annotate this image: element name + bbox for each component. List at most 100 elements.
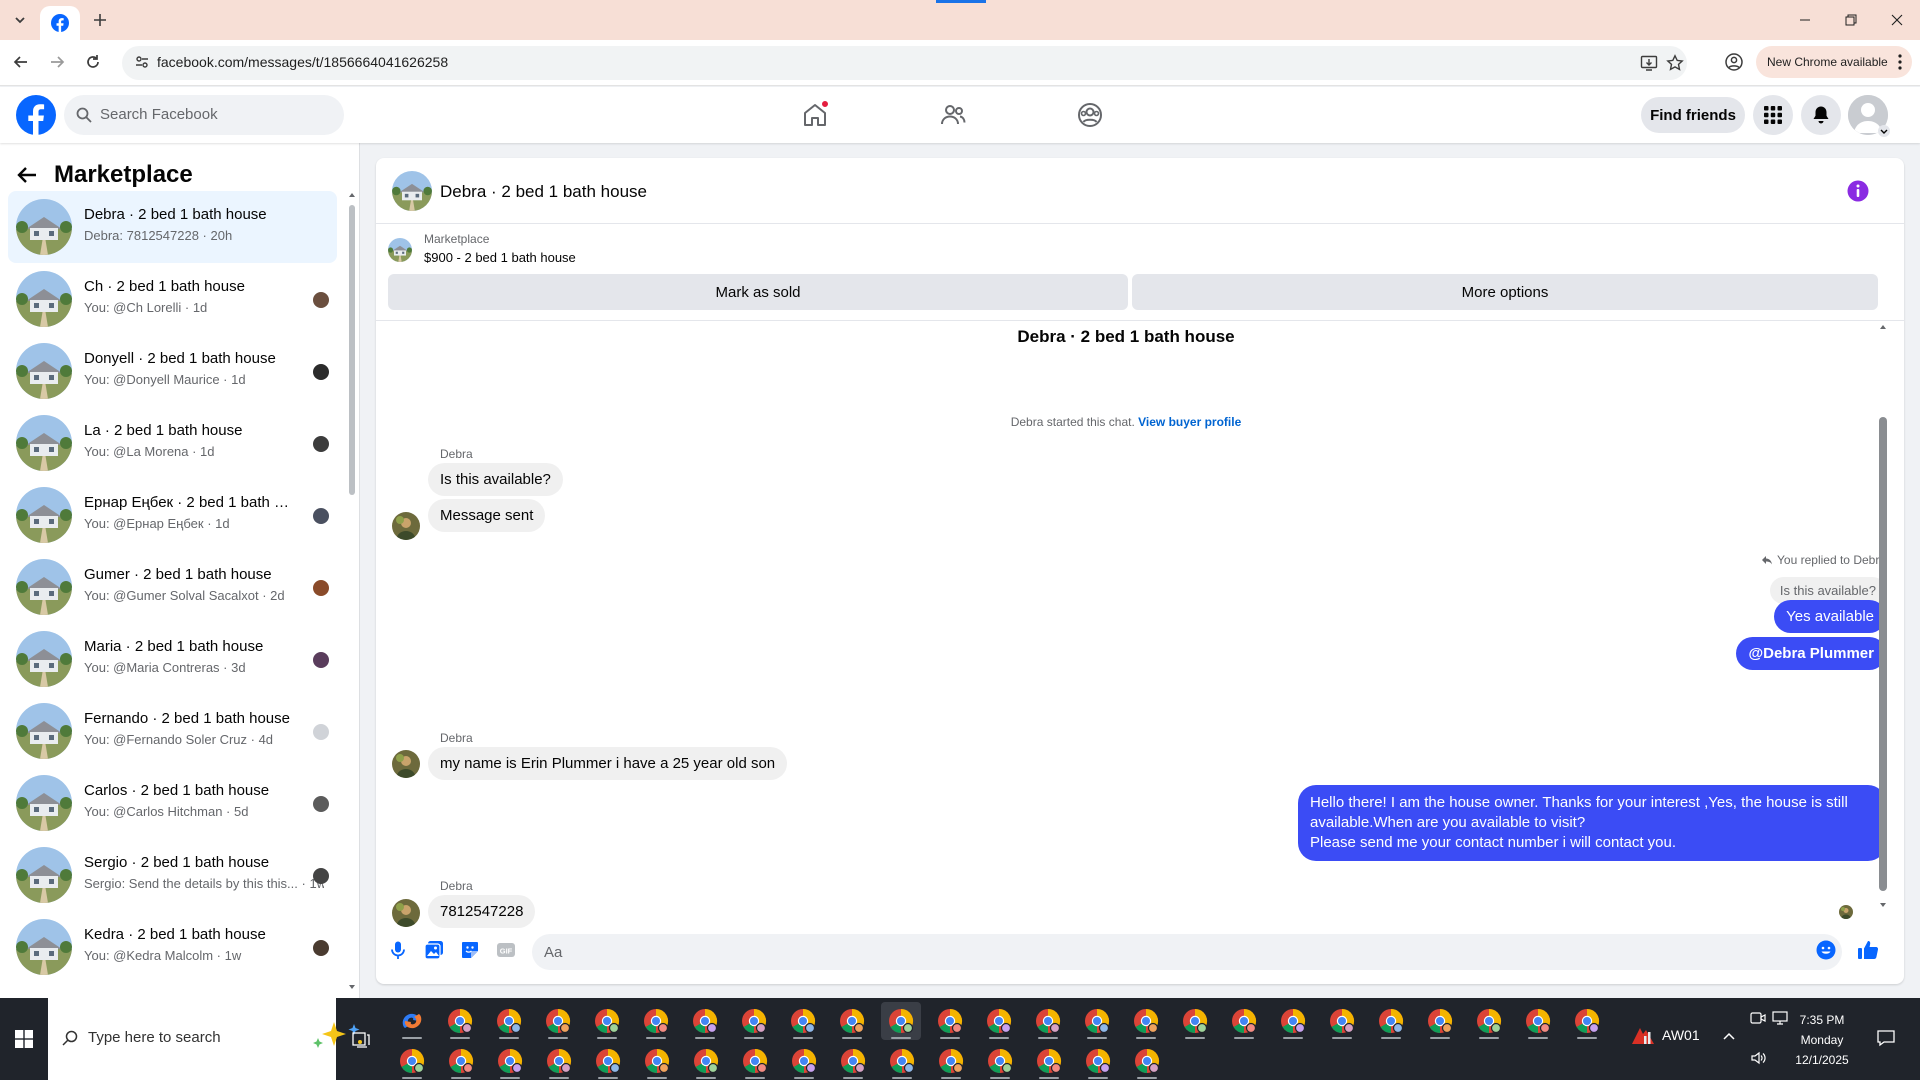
- forward-arrow-icon[interactable]: [42, 47, 72, 77]
- chrome-window-icon[interactable]: [980, 1042, 1020, 1080]
- message-bubble-outgoing-long[interactable]: Hello there! I am the house owner. Thank…: [1298, 785, 1886, 861]
- reload-icon[interactable]: [78, 47, 108, 77]
- tab-search-chevron-icon[interactable]: [8, 8, 32, 32]
- thumbs-up-like-icon[interactable]: [1856, 938, 1880, 962]
- chrome-window-icon[interactable]: [1029, 1042, 1069, 1080]
- chrome-window-icon[interactable]: [1224, 1002, 1264, 1040]
- conversation-item[interactable]: Fernando · 2 bed 1 bath house You: @Ferna…: [8, 695, 337, 767]
- message-bubble-outgoing-mention[interactable]: @Debra Plummer: [1736, 637, 1886, 670]
- chrome-window-icon[interactable]: [1028, 1002, 1068, 1040]
- find-friends-button[interactable]: Find friends: [1641, 97, 1745, 133]
- emoji-icon[interactable]: [1814, 938, 1838, 962]
- conversation-item[interactable]: Gumer · 2 bed 1 bath house You: @Gumer So…: [8, 551, 337, 623]
- volume-speaker-icon[interactable]: [1750, 1050, 1766, 1066]
- conversation-item[interactable]: Sergio · 2 bed 1 bath house Sergio: Send …: [8, 839, 337, 911]
- facebook-logo-icon[interactable]: [16, 95, 56, 135]
- attach-photo-icon[interactable]: [422, 938, 446, 962]
- nav-friends-tab[interactable]: [897, 87, 1009, 143]
- debra-avatar[interactable]: [392, 512, 420, 540]
- notifications-button[interactable]: [1801, 95, 1841, 135]
- chrome-profile-icon[interactable]: [1722, 50, 1746, 74]
- debra-avatar[interactable]: [392, 899, 420, 927]
- message-bubble-outgoing[interactable]: Yes available: [1774, 600, 1886, 633]
- meet-now-icon[interactable]: [1750, 1010, 1766, 1026]
- view-buyer-profile-link[interactable]: View buyer profile: [1138, 415, 1241, 429]
- nav-groups-tab[interactable]: [1034, 87, 1146, 143]
- chrome-window-icon[interactable]: [881, 1002, 921, 1040]
- facebook-search-input[interactable]: Search Facebook: [64, 95, 344, 135]
- message-bubble-incoming[interactable]: my name is Erin Plummer i have a 25 year…: [428, 747, 788, 780]
- chrome-window-icon[interactable]: [1126, 1002, 1166, 1040]
- chrome-window-icon[interactable]: [1175, 1002, 1215, 1040]
- chat-title[interactable]: Debra · 2 bed 1 bath house: [440, 182, 647, 202]
- info-icon[interactable]: [1847, 180, 1869, 202]
- chrome-window-icon[interactable]: [1273, 1002, 1313, 1040]
- menu-grid-button[interactable]: [1753, 95, 1793, 135]
- message-bubble-incoming[interactable]: Message sent: [428, 499, 546, 532]
- chrome-window-icon[interactable]: [1077, 1002, 1117, 1040]
- chrome-window-icon[interactable]: [1127, 1042, 1167, 1080]
- chrome-window-icon[interactable]: [1567, 1002, 1607, 1040]
- chrome-window-icon[interactable]: [685, 1002, 725, 1040]
- message-bubble-incoming[interactable]: Is this available?: [428, 463, 563, 496]
- task-view-icon[interactable]: [346, 1024, 376, 1054]
- close-window-icon[interactable]: [1874, 0, 1920, 40]
- chrome-window-icon[interactable]: [735, 1042, 775, 1080]
- site-info-tune-icon[interactable]: [134, 54, 150, 70]
- chrome-window-icon[interactable]: [588, 1042, 628, 1080]
- browser-tab-facebook[interactable]: [40, 6, 80, 40]
- chrome-window-icon[interactable]: [1371, 1002, 1411, 1040]
- chrome-window-icon[interactable]: [1420, 1002, 1460, 1040]
- chrome-menu-dots-icon[interactable]: [1898, 54, 1902, 70]
- sidebar-scroll-thumb[interactable]: [349, 205, 355, 495]
- chrome-window-icon[interactable]: [783, 1002, 823, 1040]
- chrome-window-icon[interactable]: [490, 1042, 530, 1080]
- thread-scroll-thumb[interactable]: [1879, 417, 1887, 891]
- chrome-window-icon[interactable]: [832, 1002, 872, 1040]
- conversation-item[interactable]: Maria · 2 bed 1 bath house You: @Maria Co…: [8, 623, 337, 695]
- sticker-icon[interactable]: [458, 938, 482, 962]
- chrome-window-icon[interactable]: [1322, 1002, 1362, 1040]
- chrome-window-icon[interactable]: [392, 1042, 432, 1080]
- chrome-window-icon[interactable]: [489, 1002, 529, 1040]
- chrome-window-icon[interactable]: [637, 1042, 677, 1080]
- bookmark-star-icon[interactable]: [1665, 53, 1685, 73]
- mark-as-sold-button[interactable]: Mark as sold: [388, 274, 1128, 310]
- conversation-item[interactable]: Donyell · 2 bed 1 bath house You: @Donyel…: [8, 335, 337, 407]
- debra-avatar[interactable]: [392, 750, 420, 778]
- chrome-window-icon[interactable]: [784, 1042, 824, 1080]
- taskbar-search-box[interactable]: Type here to search: [48, 998, 362, 1080]
- chrome-window-icon[interactable]: [636, 1002, 676, 1040]
- windows-start-icon[interactable]: [0, 998, 48, 1080]
- chrome-window-icon[interactable]: [440, 1002, 480, 1040]
- conversation-item[interactable]: La · 2 bed 1 bath house You: @La Morena ·…: [8, 407, 337, 479]
- nav-home-tab[interactable]: [759, 87, 871, 143]
- tray-aw01[interactable]: AW01: [1630, 1024, 1700, 1046]
- chrome-window-icon[interactable]: [686, 1042, 726, 1080]
- back-arrow-icon[interactable]: [6, 47, 36, 77]
- show-hidden-icons-chevron-icon[interactable]: [1722, 1030, 1736, 1044]
- chrome-window-icon[interactable]: [833, 1042, 873, 1080]
- conversation-item[interactable]: Carlos · 2 bed 1 bath house You: @Carlos …: [8, 767, 337, 839]
- more-options-button[interactable]: More options: [1132, 274, 1878, 310]
- back-arrow-icon[interactable]: [16, 164, 38, 186]
- chrome-window-icon[interactable]: [882, 1042, 922, 1080]
- system-clock[interactable]: 7:35 PM Monday 12/1/2025: [1782, 1010, 1862, 1070]
- url-text[interactable]: facebook.com/messages/t/1856664041626258: [157, 54, 448, 70]
- address-bar[interactable]: facebook.com/messages/t/1856664041626258: [122, 46, 1687, 80]
- chrome-window-icon[interactable]: [734, 1002, 774, 1040]
- thread-scrollbar[interactable]: [1876, 321, 1890, 921]
- new-chrome-available-button[interactable]: New Chrome available: [1756, 46, 1912, 78]
- conversation-item[interactable]: Ch · 2 bed 1 bath house You: @Ch Lorelli …: [8, 263, 337, 335]
- conversation-item[interactable]: Ернар Еңбек · 2 bed 1 bath h... You: @Ерн…: [8, 479, 337, 551]
- chrome-window-icon[interactable]: [538, 1002, 578, 1040]
- chrome-window-icon[interactable]: [979, 1002, 1019, 1040]
- account-chevron-icon[interactable]: [1878, 125, 1890, 137]
- chrome-window-icon[interactable]: [441, 1042, 481, 1080]
- chrome-window-icon[interactable]: [930, 1002, 970, 1040]
- chrome-window-icon[interactable]: [931, 1042, 971, 1080]
- chrome-window-icon[interactable]: [1078, 1042, 1118, 1080]
- chat-listing-thumbnail[interactable]: [392, 171, 432, 211]
- chrome-window-icon[interactable]: [587, 1002, 627, 1040]
- action-center-notification-icon[interactable]: [1876, 1028, 1896, 1048]
